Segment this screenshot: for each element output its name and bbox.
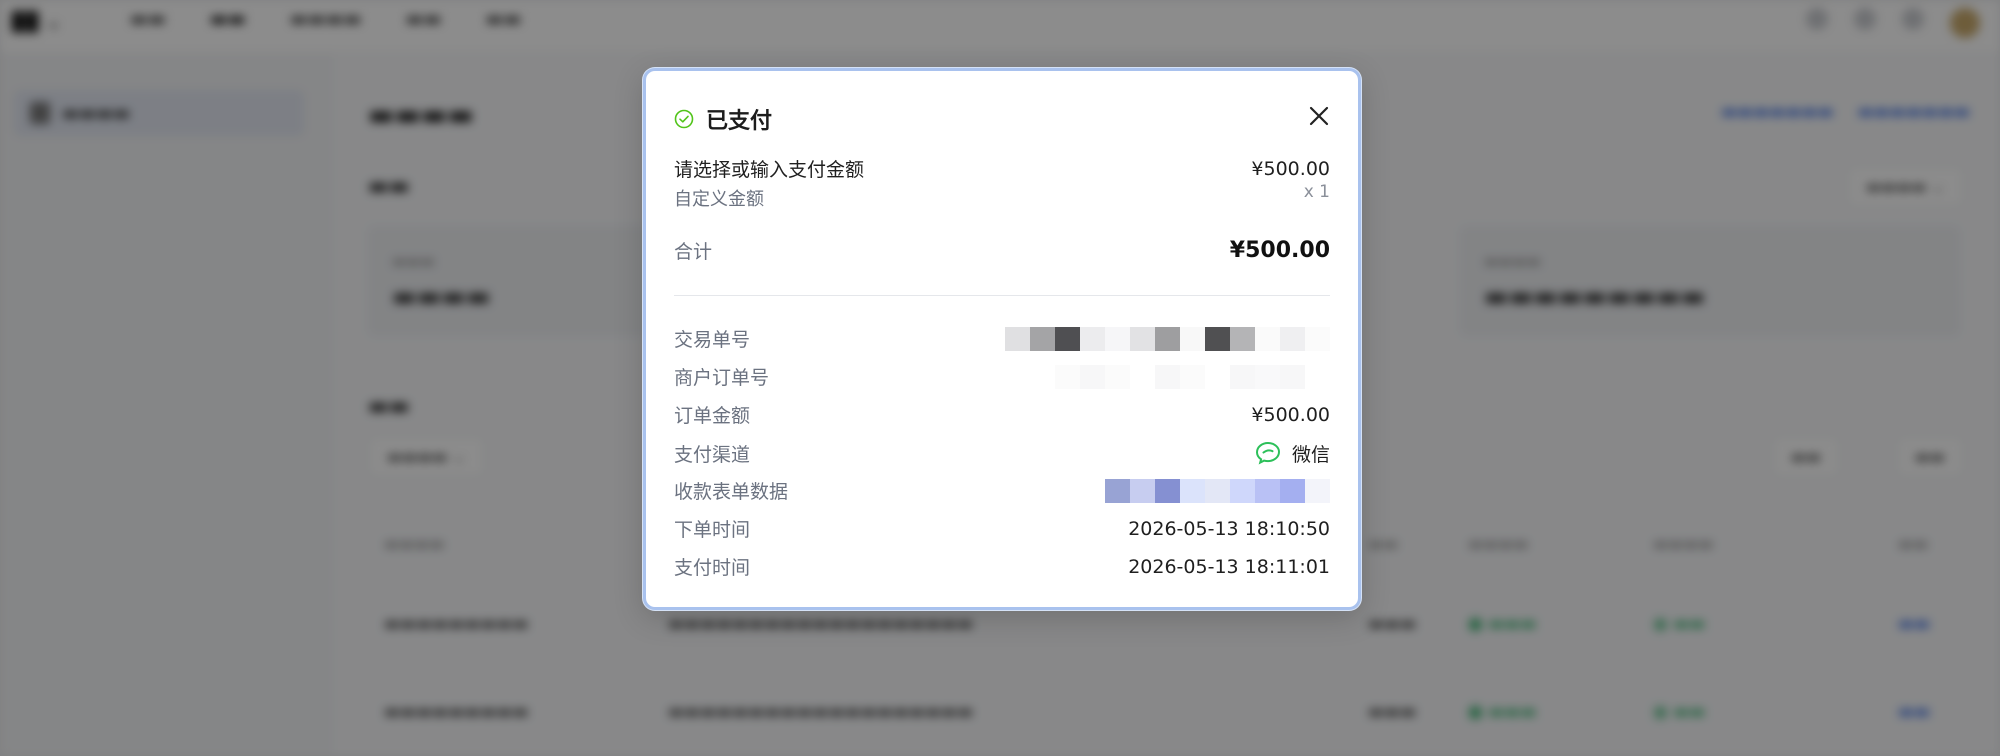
form-data-row: 收款表单数据 bbox=[674, 477, 1330, 504]
pay-channel-row: 支付渠道 微信 bbox=[674, 439, 1330, 467]
form-data-label: 收款表单数据 bbox=[674, 481, 789, 503]
transaction-no-label: 交易单号 bbox=[674, 329, 751, 351]
pay-channel-label: 支付渠道 bbox=[674, 443, 751, 466]
form-data-redacted bbox=[1105, 478, 1330, 503]
merchant-order-no-redacted bbox=[1055, 364, 1330, 389]
pay-time-value: 2026-05-13 18:11:01 bbox=[1128, 555, 1330, 578]
amount-row: 请选择或输入支付金额 ¥500.00 bbox=[674, 155, 1330, 182]
pay-time-row: 支付时间 2026-05-13 18:11:01 bbox=[674, 553, 1330, 580]
wechat-icon bbox=[1255, 441, 1280, 465]
merchant-order-no-row: 商户订单号 bbox=[674, 363, 1330, 390]
order-time-label: 下单时间 bbox=[674, 519, 751, 541]
quantity-value: x 1 bbox=[1303, 182, 1330, 202]
merchant-order-no-label: 商户订单号 bbox=[674, 367, 770, 389]
close-icon[interactable] bbox=[1308, 105, 1330, 127]
order-amount-value: ¥500.00 bbox=[1251, 403, 1330, 426]
custom-amount-row: 自定义金额 x 1 bbox=[674, 182, 1330, 211]
payment-detail-modal: 已支付 请选择或输入支付金额 ¥500.00 自定义金额 x 1 合计 ¥500… bbox=[643, 68, 1361, 610]
amount-prompt: 请选择或输入支付金额 bbox=[674, 159, 865, 181]
pay-channel: 微信 bbox=[1254, 439, 1330, 467]
total-label: 合计 bbox=[674, 241, 713, 263]
modal-title: 已支付 bbox=[706, 109, 773, 134]
modal-header: 已支付 bbox=[674, 103, 772, 135]
total-value: ¥500.00 bbox=[1229, 238, 1330, 263]
amount-value: ¥500.00 bbox=[1251, 157, 1330, 180]
order-amount-row: 订单金额 ¥500.00 bbox=[674, 401, 1330, 428]
pay-channel-value: 微信 bbox=[1291, 443, 1330, 466]
divider bbox=[674, 295, 1330, 296]
order-amount-label: 订单金额 bbox=[674, 405, 751, 427]
order-time-row: 下单时间 2026-05-13 18:10:50 bbox=[674, 515, 1330, 542]
order-time-value: 2026-05-13 18:10:50 bbox=[1128, 517, 1330, 540]
check-circle-icon bbox=[674, 109, 694, 129]
custom-amount-label: 自定义金额 bbox=[674, 189, 764, 210]
total-row: 合计 ¥500.00 bbox=[674, 237, 1330, 264]
transaction-no-redacted bbox=[1005, 326, 1330, 351]
transaction-no-row: 交易单号 bbox=[674, 325, 1330, 352]
pay-time-label: 支付时间 bbox=[674, 557, 751, 579]
